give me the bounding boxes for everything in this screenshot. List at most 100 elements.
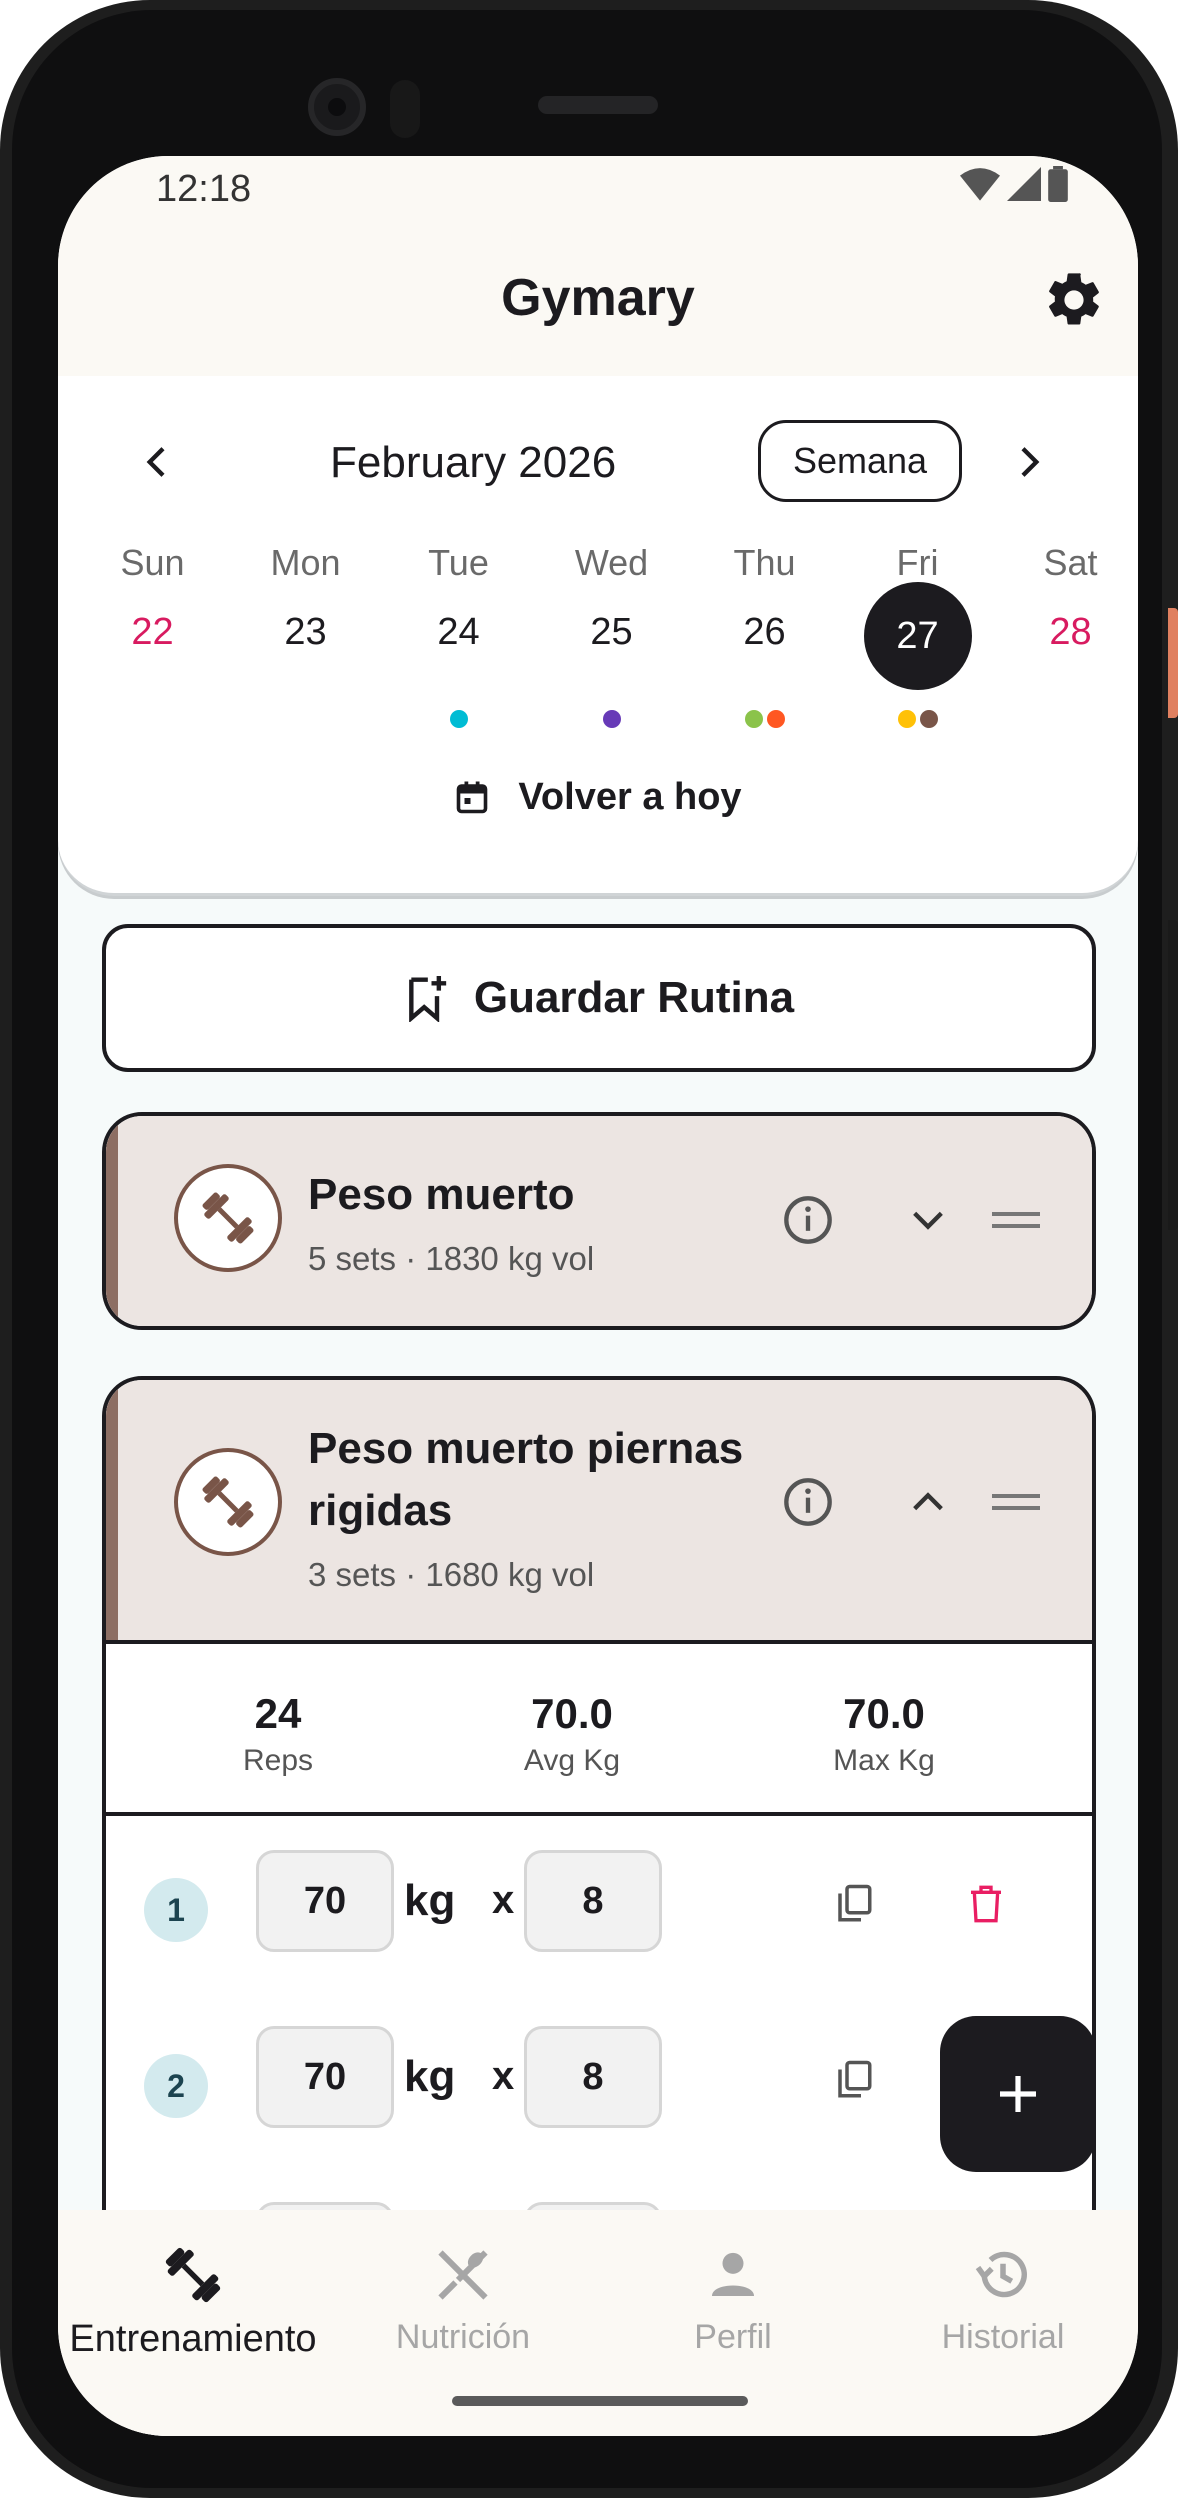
weight-input[interactable]: 70 (256, 1850, 394, 1952)
nav-label: Historial (941, 2318, 1065, 2356)
reps-input[interactable]: 8 (524, 2026, 662, 2128)
app-screen: 12:18 Gymary February 2026 Semana Sun Mo… (58, 156, 1138, 2436)
calendar-day-25[interactable]: 25 (535, 602, 688, 690)
day-event-dots (994, 710, 1138, 728)
plus-icon (1000, 2076, 1036, 2112)
weekday-label: Sat (1043, 542, 1098, 583)
dumbbell-icon (202, 1192, 254, 1244)
back-to-today-label: Volver a hoy (518, 776, 742, 818)
status-icons (960, 166, 1068, 202)
times-sign: x (492, 1878, 515, 1922)
nav-item-nutricion[interactable]: Nutrición (328, 2240, 598, 2357)
next-week-button[interactable] (998, 432, 1058, 492)
expand-button[interactable] (898, 1190, 958, 1250)
selected-day-number: 27 (863, 582, 972, 690)
nav-label: Nutrición (395, 2318, 531, 2356)
day-event-dots (841, 710, 994, 728)
nav-item-perfil[interactable]: Perfil (598, 2240, 868, 2357)
person-icon (712, 2252, 754, 2296)
wifi-icon (960, 168, 1000, 201)
weekday-label: Thu (733, 542, 796, 583)
nav-item-historial[interactable]: Historial (868, 2240, 1138, 2357)
calendar-month: February 2026 (330, 438, 617, 487)
calendar-day-27-selected[interactable]: 27 (841, 582, 994, 690)
bookmark-add-icon (408, 976, 447, 1022)
calendar-day-28[interactable]: 28 (994, 602, 1138, 690)
chevron-left-icon (146, 447, 165, 477)
exercise-avatar (174, 1448, 282, 1556)
day-number: 25 (590, 611, 633, 653)
calendar-day-22[interactable]: 22 (76, 602, 229, 690)
chevron-right-icon (1021, 447, 1040, 477)
back-to-today-button[interactable]: Volver a hoy (58, 776, 1138, 819)
drag-handle[interactable] (986, 1190, 1046, 1250)
times-sign: x (492, 2054, 515, 2098)
exercise-card[interactable]: Peso muerto 5 sets · 1830 kg vol (102, 1112, 1096, 1330)
drag-handle-icon (992, 1212, 1040, 1228)
exercise-stats: 24 Reps 70.0 Avg Kg 70.0 Max Kg (106, 1640, 1092, 1816)
event-dot (744, 710, 763, 728)
day-row: 22 23 24 25 26 27 28 (76, 582, 1138, 690)
reps-input[interactable]: 8 (524, 1850, 662, 1952)
duplicate-set-button[interactable] (824, 1874, 884, 1934)
event-dot (602, 710, 621, 728)
save-routine-button[interactable]: Guardar Rutina (102, 924, 1096, 1072)
app-bar: 12:18 Gymary (58, 156, 1138, 376)
set-number: 2 (144, 2054, 208, 2118)
event-dot (449, 710, 468, 728)
day-event-dots (382, 710, 535, 728)
history-icon (975, 2251, 1027, 2298)
day-number: 23 (284, 611, 327, 653)
collapse-button[interactable] (898, 1472, 958, 1532)
front-camera (308, 78, 366, 136)
weekday-label: Fri (896, 542, 939, 583)
event-dot (897, 710, 916, 728)
app-title: Gymary (501, 269, 695, 327)
trash-icon (971, 1885, 1001, 1923)
settings-button[interactable] (1042, 268, 1106, 332)
weekday-label: Sun (120, 542, 185, 583)
proximity-sensor (390, 80, 420, 138)
utensils-icon (438, 2250, 488, 2300)
weekday-label: Wed (574, 542, 649, 583)
exercise-summary: 5 sets · 1830 kg vol (308, 1240, 595, 1277)
home-indicator[interactable] (452, 2396, 748, 2406)
weekday-label: Mon (270, 542, 341, 583)
stat-label: Max Kg (833, 1744, 935, 1777)
calendar-day-26[interactable]: 26 (688, 602, 841, 690)
nav-label: Entrenamiento (69, 2318, 317, 2360)
day-event-dots (688, 710, 841, 728)
exercise-name: Peso muerto piernas rigidas (308, 1424, 744, 1535)
previous-week-button[interactable] (128, 432, 188, 492)
exercise-info-button[interactable] (778, 1190, 838, 1250)
week-view-button[interactable]: Semana (758, 420, 962, 502)
exercise-header[interactable]: Peso muerto 5 sets · 1830 kg vol (106, 1116, 1092, 1326)
copy-icon (838, 2060, 872, 2098)
delete-set-button[interactable] (956, 1874, 1016, 1934)
copy-icon (838, 1884, 872, 1922)
event-dot (766, 710, 785, 728)
set-row: 1 70 kg x 8 (106, 1850, 1092, 1960)
stat-value: 70.0 (843, 1690, 925, 1737)
info-icon (784, 1196, 832, 1244)
drag-handle[interactable] (986, 1472, 1046, 1532)
day-number: 22 (131, 611, 174, 653)
calendar-day-24[interactable]: 24 (382, 602, 535, 690)
add-set-fab[interactable] (940, 2016, 1096, 2172)
nav-item-entrenamiento[interactable]: Entrenamiento (58, 2240, 328, 2361)
event-dots-row (76, 710, 1138, 728)
stat-value: 70.0 (531, 1690, 613, 1737)
duplicate-set-button[interactable] (824, 2050, 884, 2110)
weight-input[interactable]: 70 (256, 2026, 394, 2128)
calendar-day-23[interactable]: 23 (229, 602, 382, 690)
weight-unit: kg (404, 1876, 456, 1925)
exercise-info-button[interactable] (778, 1472, 838, 1532)
day-event-dots (229, 710, 382, 728)
stat-avg-kg: 70.0 Avg Kg (452, 1690, 692, 1778)
event-dot (919, 710, 938, 728)
signal-icon (1007, 167, 1041, 201)
chevron-up-icon (913, 1492, 943, 1511)
weight-unit: kg (404, 2052, 456, 2101)
stat-label: Avg Kg (523, 1744, 621, 1777)
exercise-header[interactable]: Peso muerto piernas rigidas 3 sets · 168… (106, 1380, 1092, 1640)
